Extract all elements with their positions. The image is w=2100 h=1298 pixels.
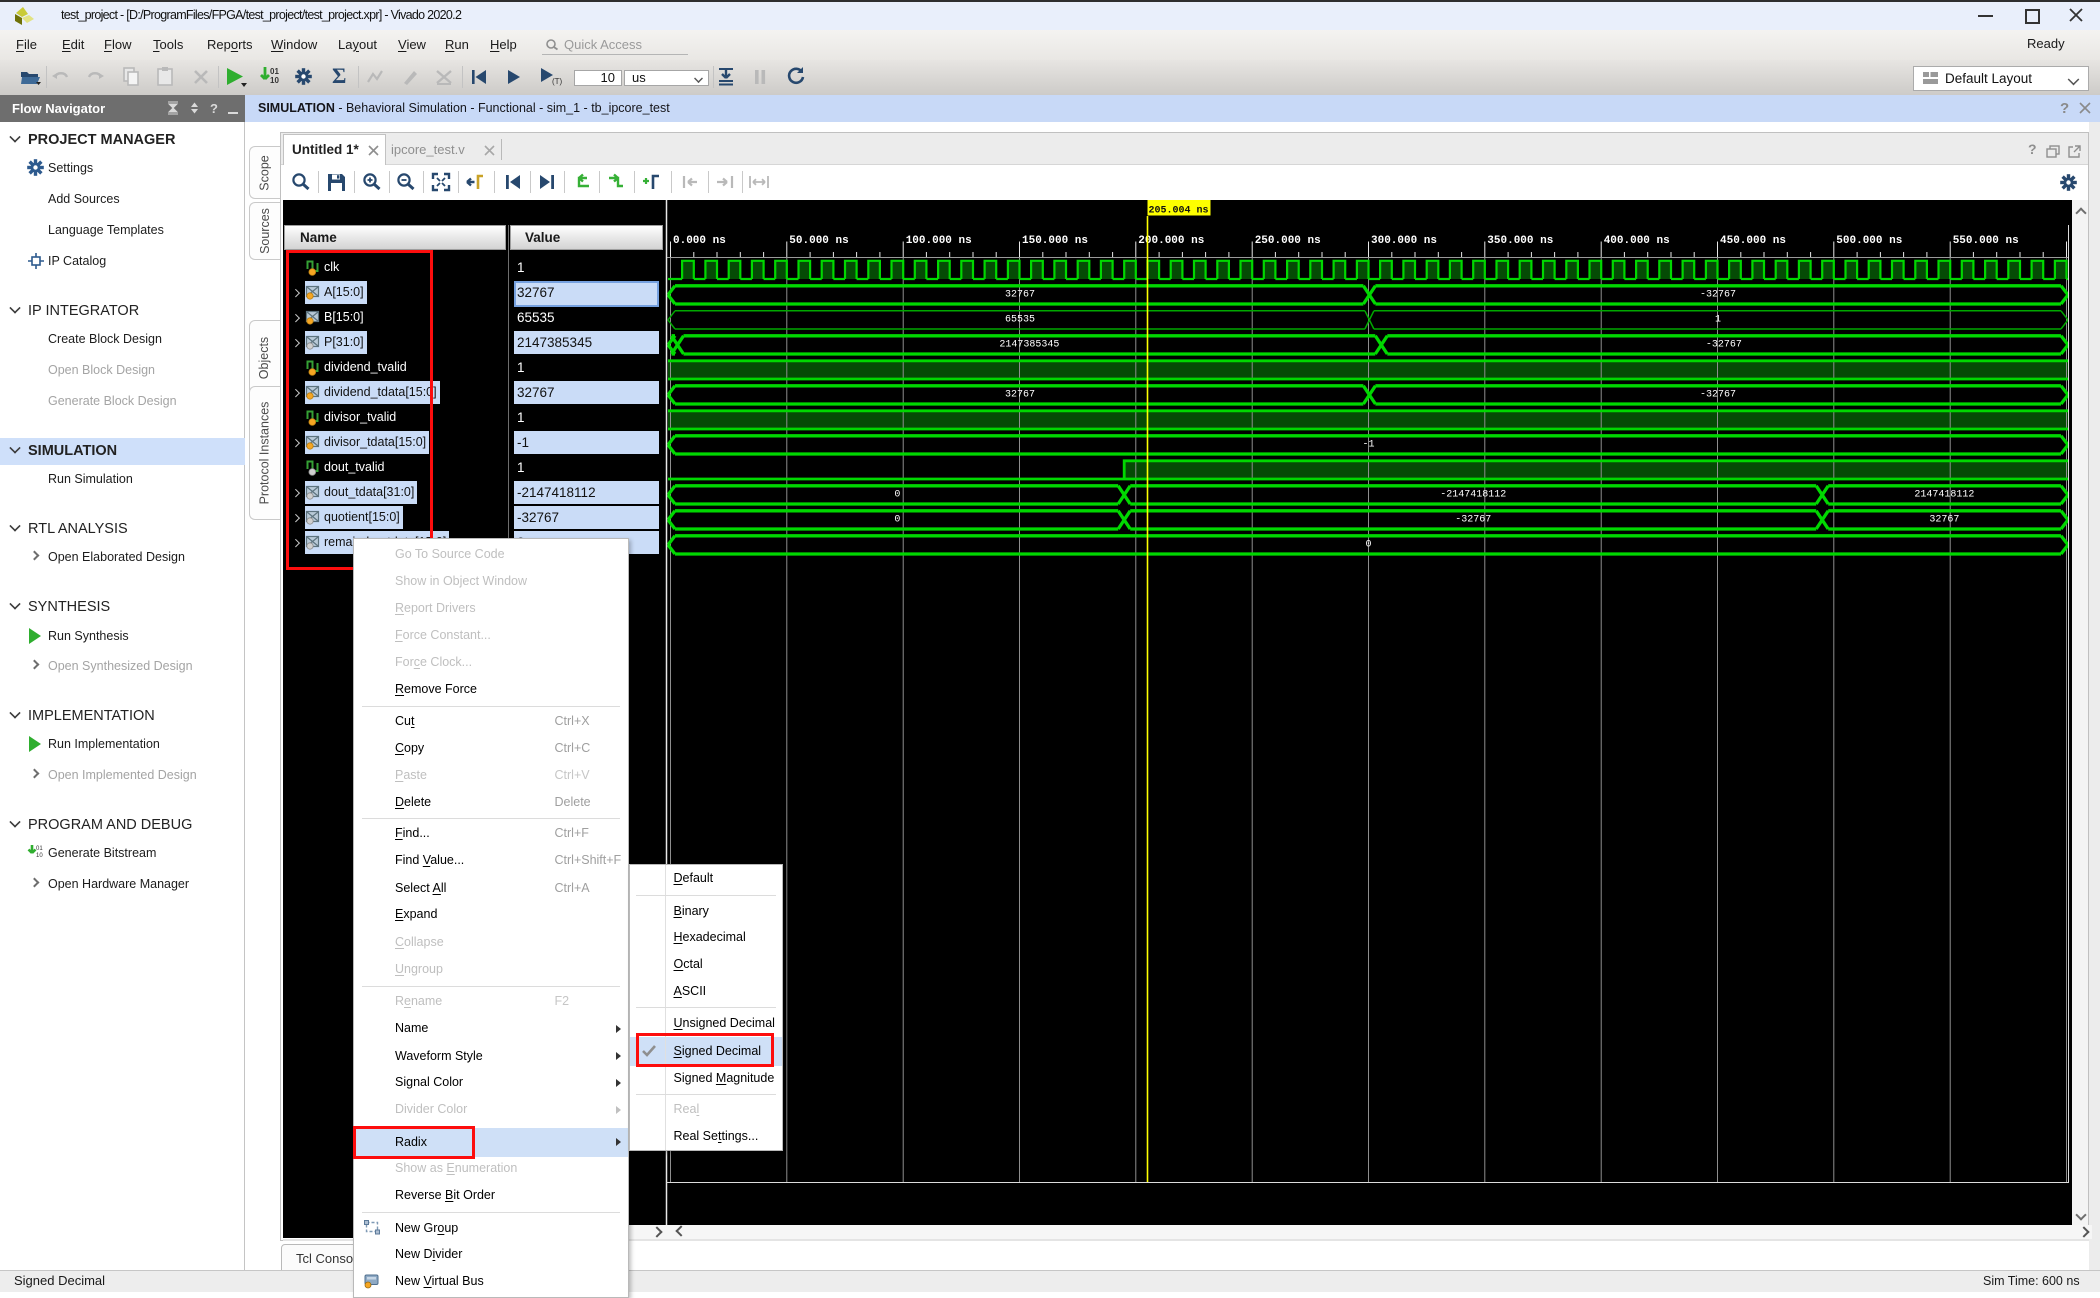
svg-text:550.000 ns: 550.000 ns <box>1953 235 2019 247</box>
svg-text:32767: 32767 <box>1929 515 1959 526</box>
svg-text:-1: -1 <box>1362 440 1374 451</box>
svg-text:-32767: -32767 <box>1455 515 1491 526</box>
svg-text:01: 01 <box>270 67 279 76</box>
svg-text:0: 0 <box>894 490 900 501</box>
svg-text:250.000 ns: 250.000 ns <box>1255 235 1321 247</box>
svg-text:-32767: -32767 <box>1700 290 1736 301</box>
svg-text:150.000 ns: 150.000 ns <box>1022 235 1088 247</box>
svg-text:-32767: -32767 <box>1700 390 1736 401</box>
svg-text:2147385345: 2147385345 <box>999 340 1059 351</box>
svg-text:1: 1 <box>1715 315 1721 326</box>
svg-text:10: 10 <box>270 76 279 85</box>
svg-text:10: 10 <box>36 853 43 859</box>
svg-text:450.000 ns: 450.000 ns <box>1720 235 1786 247</box>
svg-text:400.000 ns: 400.000 ns <box>1604 235 1670 247</box>
svg-text:0.000 ns: 0.000 ns <box>673 235 726 247</box>
svg-text:32767: 32767 <box>1005 290 1035 301</box>
svg-text:01: 01 <box>36 846 43 852</box>
svg-text:50.000 ns: 50.000 ns <box>789 235 848 247</box>
svg-text:2147418112: 2147418112 <box>1914 490 1974 501</box>
svg-text:0: 0 <box>894 515 900 526</box>
svg-text:65535: 65535 <box>1005 315 1035 326</box>
svg-text:-2147418112: -2147418112 <box>1440 490 1506 501</box>
svg-text:?: ? <box>210 101 218 115</box>
svg-text:205.004 ns: 205.004 ns <box>1148 206 1208 217</box>
svg-text:100.000 ns: 100.000 ns <box>906 235 972 247</box>
svg-text:(T): (T) <box>552 77 562 86</box>
svg-text:350.000 ns: 350.000 ns <box>1487 235 1553 247</box>
svg-text:500.000 ns: 500.000 ns <box>1836 235 1902 247</box>
svg-text:300.000 ns: 300.000 ns <box>1371 235 1437 247</box>
svg-text:32767: 32767 <box>1005 390 1035 401</box>
svg-text:0: 0 <box>1365 540 1371 551</box>
svg-text:-32767: -32767 <box>1706 340 1742 351</box>
